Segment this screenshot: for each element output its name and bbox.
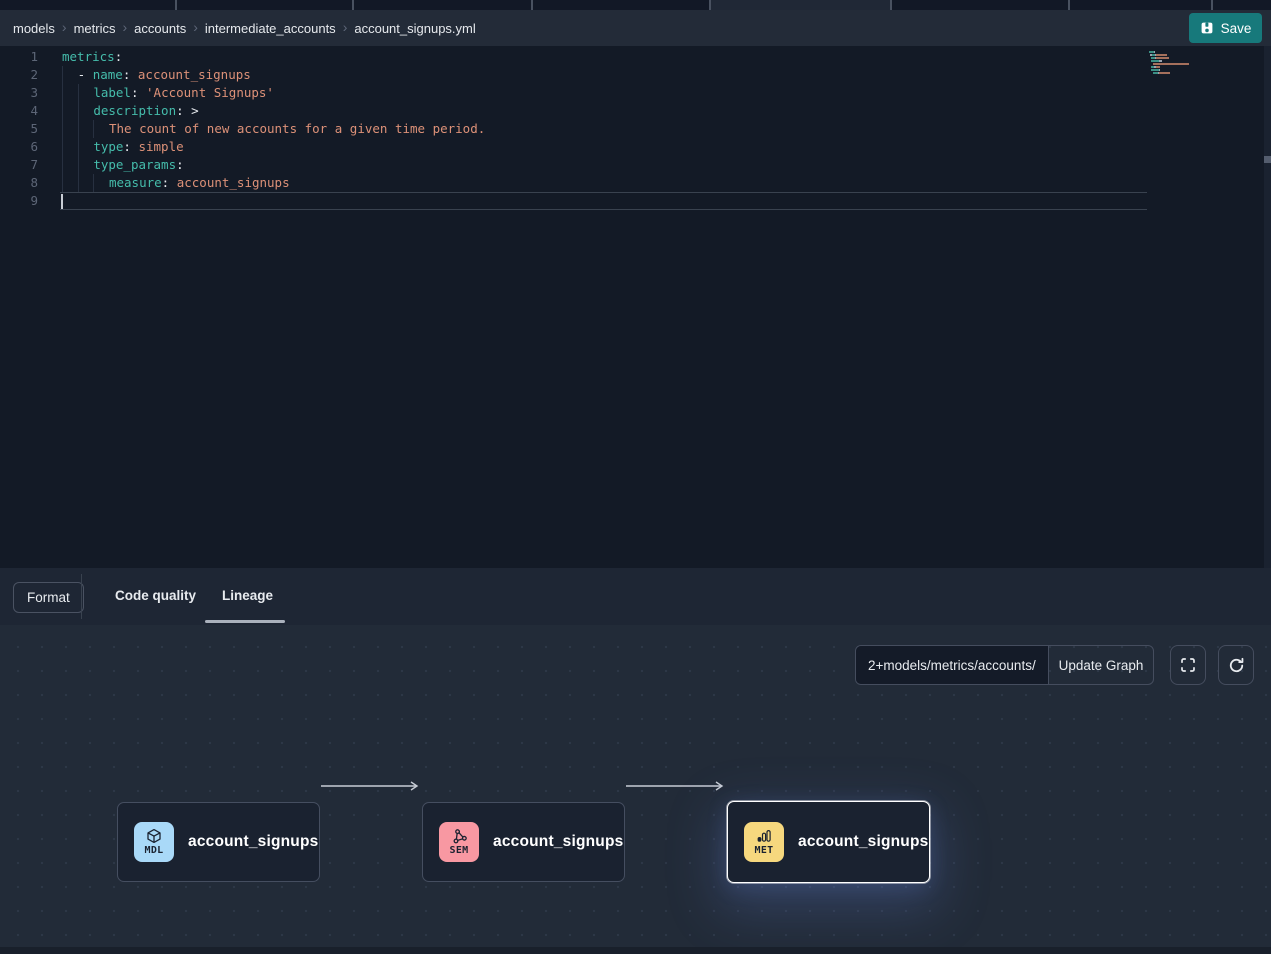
cube-icon xyxy=(146,828,162,844)
window-tab-4[interactable] xyxy=(533,0,711,10)
bar-chart-icon xyxy=(756,828,772,844)
minimap[interactable] xyxy=(1149,51,1211,78)
lineage-filter-input[interactable] xyxy=(856,646,1048,684)
code-line-8[interactable]: 8measure: account_signups xyxy=(0,174,1271,192)
fullscreen-icon xyxy=(1180,657,1196,673)
chevron-right-icon: › xyxy=(193,20,198,34)
code-line-4[interactable]: 4description: > xyxy=(0,102,1271,120)
line-number: 5 xyxy=(0,120,60,138)
window-tab-7[interactable] xyxy=(1070,0,1213,10)
breadcrumb-item-file[interactable]: account_signups.yml xyxy=(354,21,475,36)
active-tab-underline xyxy=(205,620,285,623)
code-editor[interactable]: 1metrics:2- name: account_signups3label:… xyxy=(0,46,1271,568)
save-button[interactable]: Save xyxy=(1189,13,1262,43)
window-tab-2[interactable] xyxy=(177,0,354,10)
breadcrumb-item-models[interactable]: models xyxy=(13,21,55,36)
text-cursor xyxy=(61,194,63,209)
code-line-5[interactable]: 5The count of new accounts for a given t… xyxy=(0,120,1271,138)
ide-window: models › metrics › accounts › intermedia… xyxy=(0,0,1271,954)
chevron-right-icon: › xyxy=(122,20,127,34)
lineage-node-mdl[interactable]: MDL account_signups xyxy=(117,802,320,882)
code-line-9[interactable]: 9 xyxy=(0,192,1271,210)
code-line-7[interactable]: 7type_params: xyxy=(0,156,1271,174)
panel-divider xyxy=(81,574,82,619)
code-line-2[interactable]: 2- name: account_signups xyxy=(0,66,1271,84)
scrollbar-handle[interactable] xyxy=(1264,156,1271,163)
save-icon xyxy=(1200,21,1214,35)
node-label: account_signups xyxy=(798,833,928,851)
breadcrumb: models › metrics › accounts › intermedia… xyxy=(13,21,476,36)
code-lines: 1metrics:2- name: account_signups3label:… xyxy=(0,46,1271,210)
fullscreen-button[interactable] xyxy=(1170,645,1206,685)
line-number: 7 xyxy=(0,156,60,174)
bottom-panel: Format Code quality Lineage MDL account_s… xyxy=(0,568,1271,954)
network-icon xyxy=(451,828,467,844)
line-number: 1 xyxy=(0,48,60,66)
node-type-badge: SEM xyxy=(439,822,479,862)
node-label: account_signups xyxy=(188,833,318,851)
node-type-badge: MET xyxy=(744,822,784,862)
node-type-label: MDL xyxy=(145,845,164,856)
lineage-node-met[interactable]: MET account_signups xyxy=(727,801,930,883)
graph-filter-group: Update Graph xyxy=(855,645,1154,685)
refresh-graph-button[interactable] xyxy=(1218,645,1254,685)
line-number: 9 xyxy=(0,192,60,210)
node-type-label: MET xyxy=(755,845,774,856)
chevron-right-icon: › xyxy=(62,20,67,34)
format-button[interactable]: Format xyxy=(13,582,84,613)
line-number: 4 xyxy=(0,102,60,120)
refresh-icon xyxy=(1228,657,1245,674)
window-tab-3[interactable] xyxy=(354,0,533,10)
graph-bottom-edge xyxy=(0,947,1271,954)
window-tab-8[interactable] xyxy=(1213,0,1271,10)
save-label: Save xyxy=(1221,21,1252,36)
chevron-right-icon: › xyxy=(343,20,348,34)
code-line-3[interactable]: 3label: 'Account Signups' xyxy=(0,84,1271,102)
node-type-badge: MDL xyxy=(134,822,174,862)
update-graph-button[interactable]: Update Graph xyxy=(1048,646,1153,684)
breadcrumb-item-metrics[interactable]: metrics xyxy=(74,21,116,36)
tab-code-quality[interactable]: Code quality xyxy=(115,588,196,603)
code-line-1[interactable]: 1metrics: xyxy=(0,48,1271,66)
node-type-label: SEM xyxy=(450,845,469,856)
line-number: 2 xyxy=(0,66,60,84)
breadcrumb-item-accounts[interactable]: accounts xyxy=(134,21,186,36)
line-number: 6 xyxy=(0,138,60,156)
editor-scrollbar[interactable] xyxy=(1264,46,1271,568)
breadcrumb-bar: models › metrics › accounts › intermedia… xyxy=(0,10,1271,46)
code-line-6[interactable]: 6type: simple xyxy=(0,138,1271,156)
window-tab-1[interactable] xyxy=(0,0,177,10)
line-number: 8 xyxy=(0,174,60,192)
window-tab-6[interactable] xyxy=(892,0,1070,10)
node-label: account_signups xyxy=(493,833,623,851)
window-tab-5[interactable] xyxy=(711,0,892,10)
lineage-node-sem[interactable]: SEM account_signups xyxy=(422,802,625,882)
tab-lineage[interactable]: Lineage xyxy=(222,588,273,603)
window-tab-strip xyxy=(0,0,1271,10)
line-number: 3 xyxy=(0,84,60,102)
breadcrumb-item-intermediate-accounts[interactable]: intermediate_accounts xyxy=(205,21,336,36)
